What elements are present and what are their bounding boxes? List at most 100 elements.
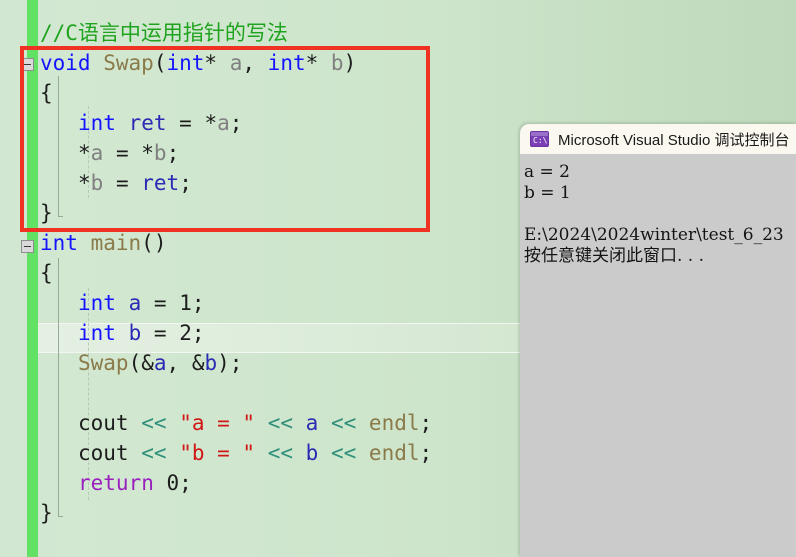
code-token: a — [229, 51, 243, 75]
code-token: 2 — [179, 321, 192, 345]
code-token: ; — [191, 291, 205, 315]
code-token: "b = " — [179, 441, 256, 465]
code-token: << — [141, 411, 167, 435]
code-token: = — [141, 321, 180, 345]
console-output-line: b = 1 — [524, 183, 571, 203]
code-token: ); — [217, 351, 243, 375]
code-token: = — [166, 111, 205, 135]
code-token: b — [153, 141, 167, 165]
code-token: = — [141, 291, 180, 315]
code-token: * — [305, 51, 319, 75]
code-token: ( — [153, 51, 167, 75]
code-token: ; — [419, 441, 433, 465]
code-token: } — [40, 201, 53, 225]
code-token: int — [78, 321, 116, 345]
code-token: 0 — [166, 471, 180, 495]
code-token: << — [141, 441, 167, 465]
code-token: int — [78, 291, 116, 315]
code-token: "a = " — [179, 411, 256, 435]
code-token: { — [40, 261, 53, 285]
console-titlebar[interactable]: C:\ Microsoft Visual Studio 调试控制台 — [520, 124, 796, 154]
code-token: cout — [78, 441, 129, 465]
code-token: { — [40, 81, 53, 105]
code-token: //C语言中运用指针的写法 — [40, 21, 288, 45]
code-token: (& — [128, 351, 154, 375]
code-token: int — [166, 51, 205, 75]
code-token: = — [103, 171, 142, 195]
code-token: cout — [78, 411, 129, 435]
code-token: ; — [419, 411, 433, 435]
code-token: << — [267, 411, 293, 435]
code-token: Swap — [103, 51, 154, 75]
code-token: ; — [229, 111, 243, 135]
code-token: * — [204, 51, 218, 75]
code-token: << — [330, 411, 357, 435]
code-token: int — [78, 111, 116, 135]
code-token: Swap — [78, 351, 129, 375]
code-token: a — [90, 141, 104, 165]
code-token: * — [141, 141, 154, 165]
console-output-line: a = 2 — [524, 162, 571, 182]
code-token: << — [267, 441, 293, 465]
code-token: a — [153, 351, 167, 375]
code-token: , & — [166, 351, 205, 375]
code-token: int — [267, 51, 306, 75]
code-token: endl — [368, 441, 420, 465]
code-token: a — [305, 411, 319, 435]
code-token: void — [40, 51, 91, 75]
code-token: , — [242, 51, 268, 75]
code-token: } — [40, 501, 53, 525]
code-token: main — [90, 231, 142, 255]
code-token: 1 — [179, 291, 192, 315]
code-token: endl — [368, 411, 420, 435]
code-token: a — [128, 291, 142, 315]
console-icon: C:\ — [530, 131, 549, 147]
code-token: ) — [343, 51, 357, 75]
code-token: b — [305, 441, 319, 465]
console-output-line: 按任意键关闭此窗口. . . — [524, 246, 705, 266]
code-token: ; — [179, 471, 192, 495]
code-token: << — [330, 441, 357, 465]
console-output-line: E:\2024\2024winter\test_6_23 — [524, 225, 784, 245]
code-token: return — [78, 471, 154, 495]
code-token: () — [141, 231, 167, 255]
console-title-text: Microsoft Visual Studio 调试控制台 — [558, 131, 790, 149]
code-token: * — [78, 171, 91, 195]
debug-console-window[interactable]: C:\ Microsoft Visual Studio 调试控制台 a = 2b… — [520, 124, 796, 557]
code-token: ; — [191, 321, 205, 345]
code-token: * — [78, 141, 91, 165]
code-token: b — [128, 321, 142, 345]
console-icon-glyph: C:\ — [533, 136, 548, 145]
code-token: ; — [166, 141, 180, 165]
console-output-body[interactable]: a = 2b = 1 E:\2024\2024winter\test_6_23 按… — [520, 154, 796, 557]
code-token: ret — [128, 111, 167, 135]
screen: //C语言中运用指针的写法 void Swap(int* a, int* b){i… — [0, 0, 796, 557]
code-token: ; — [179, 171, 192, 195]
code-token: b — [90, 171, 104, 195]
code-token: * — [204, 111, 218, 135]
code-token: b — [204, 351, 218, 375]
code-token: = — [103, 141, 142, 165]
code-token: ret — [141, 171, 180, 195]
